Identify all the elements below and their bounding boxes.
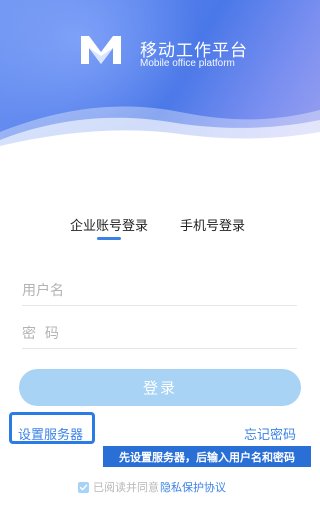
app-subtitle: Mobile office platform — [140, 58, 235, 69]
tab-enterprise-login[interactable]: 企业账号登录 — [70, 215, 148, 234]
password-field[interactable] — [22, 320, 297, 348]
forgot-password-link[interactable]: 忘记密码 — [244, 424, 296, 443]
hint-banner: 先设置服务器，后输入用户名和密码 — [103, 446, 311, 467]
agreement-row: 已阅读并同意 隐私保护协议 — [78, 480, 226, 494]
checkmark-icon — [79, 484, 88, 490]
username-field[interactable] — [22, 277, 297, 305]
username-input[interactable] — [22, 277, 297, 305]
privacy-policy-link[interactable]: 隐私保护协议 — [160, 479, 226, 495]
tab-phone-login[interactable]: 手机号登录 — [180, 215, 245, 234]
header-banner: 移动工作平台 Mobile office platform — [0, 0, 320, 150]
username-underline — [22, 305, 297, 306]
header-waves — [0, 106, 320, 150]
password-input[interactable] — [22, 320, 297, 348]
password-underline — [22, 348, 297, 349]
agreement-checkbox[interactable] — [78, 481, 89, 493]
agreement-text: 已阅读并同意 — [93, 481, 159, 494]
server-settings-link[interactable]: 设置服务器 — [18, 424, 83, 443]
active-tab-indicator — [97, 237, 121, 240]
app-logo-icon — [81, 36, 121, 64]
login-button[interactable]: 登录 — [19, 369, 301, 406]
